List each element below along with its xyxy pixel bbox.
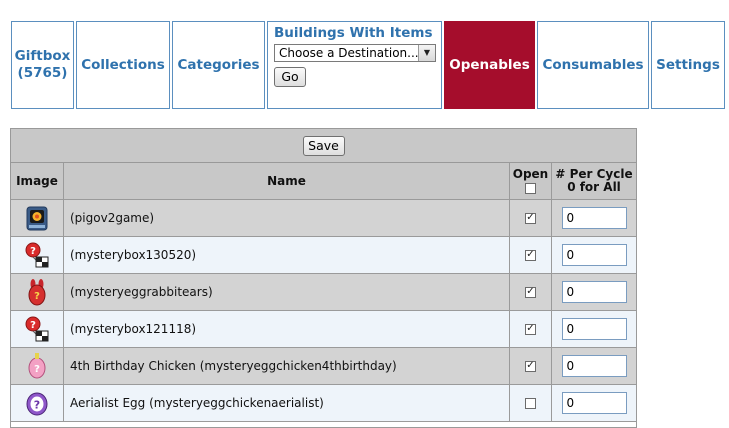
per-cycle-input[interactable]: 0 bbox=[561, 355, 627, 377]
svg-text:?: ? bbox=[34, 291, 40, 302]
table-row: ? Aerialist Egg (mysteryeggchickenaerial… bbox=[11, 385, 636, 422]
chevron-down-icon[interactable]: ▼ bbox=[418, 45, 435, 61]
go-button[interactable]: Go bbox=[274, 67, 306, 87]
mystery-egg-rabbit-ears-icon: ? bbox=[28, 279, 46, 306]
save-bar: Save bbox=[11, 129, 636, 163]
save-button[interactable]: Save bbox=[302, 135, 345, 156]
header-name: Name bbox=[64, 163, 510, 199]
destination-select-value: Choose a Destination... bbox=[279, 46, 419, 60]
header-open: Open bbox=[510, 163, 552, 199]
mystery-gift-balloon-icon: ? bbox=[25, 242, 49, 268]
svg-text:?: ? bbox=[34, 364, 40, 375]
header-per-cycle: # Per Cycle 0 for All bbox=[552, 163, 636, 199]
header-image: Image bbox=[11, 163, 64, 199]
open-checkbox[interactable] bbox=[525, 397, 536, 409]
arcade-machine-icon bbox=[26, 206, 48, 231]
table-row: (pigov2game) ✓ 0 bbox=[11, 200, 636, 237]
table-row: ? (mysteryeggrabbitears) ✓ 0 bbox=[11, 274, 636, 311]
table-header-row: Image Name Open # Per Cycle 0 for All bbox=[11, 163, 636, 200]
item-name: (mysterybox130520) bbox=[64, 237, 510, 273]
openables-table: Save Image Name Open # Per Cycle 0 for A… bbox=[10, 128, 637, 428]
tab-collections[interactable]: Collections bbox=[76, 21, 170, 109]
buildings-with-items-title: Buildings With Items bbox=[274, 25, 433, 41]
buildings-with-items-panel: Buildings With Items Choose a Destinatio… bbox=[267, 21, 442, 109]
per-cycle-input[interactable]: 0 bbox=[561, 318, 627, 340]
mystery-egg-birthday-icon: ? bbox=[28, 353, 46, 379]
per-cycle-input[interactable]: 0 bbox=[561, 281, 627, 303]
open-checkbox[interactable]: ✓ bbox=[525, 212, 536, 224]
per-cycle-input[interactable]: 0 bbox=[561, 244, 627, 266]
item-name: (mysterybox121118) bbox=[64, 311, 510, 347]
svg-text:?: ? bbox=[34, 399, 40, 412]
tab-giftbox[interactable]: Giftbox (5765) bbox=[11, 21, 74, 109]
svg-text:?: ? bbox=[30, 320, 36, 331]
header-open-label: Open bbox=[512, 167, 549, 181]
table-row: ? (mysterybox121118) ✓ 0 bbox=[11, 311, 636, 348]
tab-categories[interactable]: Categories bbox=[172, 21, 265, 109]
item-name: (mysteryeggrabbitears) bbox=[64, 274, 510, 310]
item-name: Aerialist Egg (mysteryeggchickenaerialis… bbox=[64, 385, 510, 421]
tab-openables[interactable]: Openables bbox=[444, 21, 535, 109]
tab-settings[interactable]: Settings bbox=[651, 21, 725, 109]
tab-consumables[interactable]: Consumables bbox=[537, 21, 649, 109]
header-per-cycle-hint: 0 for All bbox=[567, 180, 621, 194]
table-row: ? (mysterybox130520) ✓ 0 bbox=[11, 237, 636, 274]
mystery-gift-balloon-icon: ? bbox=[25, 316, 49, 342]
open-all-checkbox[interactable] bbox=[524, 183, 536, 194]
open-checkbox[interactable]: ✓ bbox=[525, 360, 536, 372]
tab-bar: Giftbox (5765) Collections Categories Bu… bbox=[0, 0, 729, 112]
open-checkbox[interactable]: ✓ bbox=[525, 323, 536, 335]
per-cycle-input[interactable]: 0 bbox=[561, 392, 627, 414]
table-row: ? 4th Birthday Chicken (mysteryeggchicke… bbox=[11, 348, 636, 385]
item-name: (pigov2game) bbox=[64, 200, 510, 236]
per-cycle-input[interactable]: 0 bbox=[561, 207, 627, 229]
svg-text:?: ? bbox=[30, 246, 36, 257]
open-checkbox[interactable]: ✓ bbox=[525, 249, 536, 261]
open-checkbox[interactable]: ✓ bbox=[525, 286, 536, 298]
destination-select[interactable]: Choose a Destination... ▼ bbox=[274, 44, 436, 62]
mystery-egg-aerialist-icon: ? bbox=[26, 392, 48, 416]
item-name: 4th Birthday Chicken (mysteryeggchicken4… bbox=[64, 348, 510, 384]
